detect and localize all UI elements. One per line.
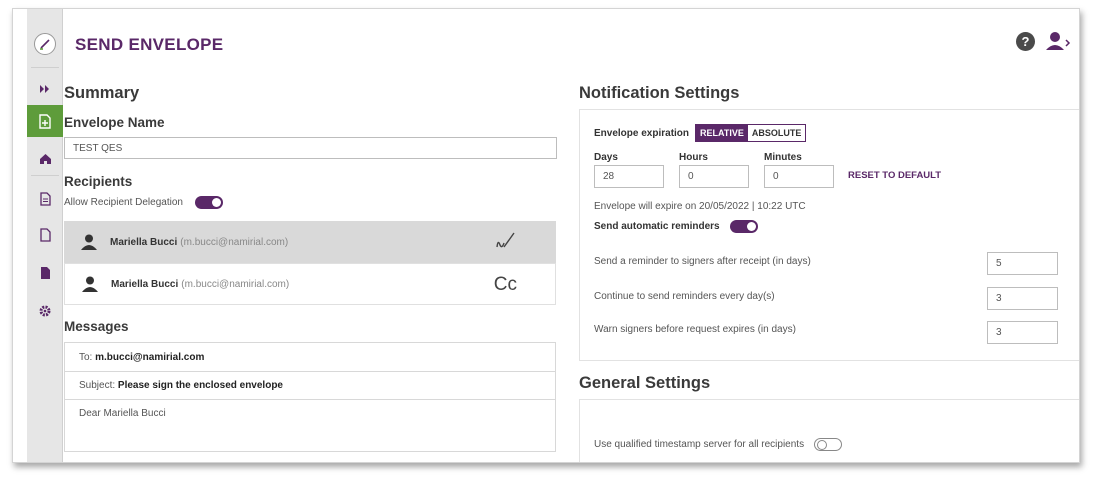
document-icon[interactable] xyxy=(27,185,63,213)
recipient-row[interactable]: Mariella Bucci (m.bucci@namirial.com) Cc xyxy=(64,263,556,305)
archive-icon[interactable] xyxy=(27,259,63,287)
help-icon[interactable]: ? xyxy=(1016,31,1035,51)
reminder-after-label: Send a reminder to signers after receipt… xyxy=(594,256,811,267)
to-label: To: xyxy=(79,352,93,363)
minutes-label: Minutes xyxy=(764,152,802,163)
notification-panel: Envelope expiration RELATIVE ABSOLUTE Da… xyxy=(579,109,1079,361)
page-title: SEND ENVELOPE xyxy=(75,35,224,54)
user-menu-icon[interactable] xyxy=(1045,31,1071,51)
reminder-every-label: Continue to send reminders every day(s) xyxy=(594,291,775,302)
delegation-row: Allow Recipient Delegation xyxy=(64,196,223,209)
auto-reminders-row: Send automatic reminders xyxy=(594,220,758,233)
expiration-label: Envelope expiration xyxy=(594,127,690,139)
general-heading: General Settings xyxy=(579,374,711,392)
messages-heading: Messages xyxy=(64,319,129,334)
envelope-name-input[interactable]: TEST QES xyxy=(64,137,557,159)
delegation-label: Allow Recipient Delegation xyxy=(64,197,183,208)
app-window: SEND ENVELOPE ? Summary Envelope Name TE… xyxy=(12,8,1080,463)
delegation-toggle[interactable] xyxy=(194,196,223,209)
signature-icon[interactable] xyxy=(494,231,516,251)
expiration-mode-toggle: RELATIVE ABSOLUTE xyxy=(695,124,807,142)
days-label: Days xyxy=(594,152,618,163)
notification-heading: Notification Settings xyxy=(579,84,740,102)
relative-option[interactable]: RELATIVE xyxy=(696,125,748,141)
qts-toggle[interactable] xyxy=(814,438,843,451)
recipient-email: (m.bucci@namirial.com) xyxy=(180,236,289,248)
file-icon[interactable] xyxy=(27,221,63,249)
absolute-option[interactable]: ABSOLUTE xyxy=(747,125,806,141)
message-subject[interactable]: Subject: Please sign the enclosed envelo… xyxy=(79,380,283,391)
warn-input[interactable]: 3 xyxy=(987,321,1058,344)
recipients-label: Recipients xyxy=(64,174,133,189)
expand-icon[interactable] xyxy=(27,75,63,103)
side-rail xyxy=(27,9,63,462)
qts-row: Use qualified timestamp server for all r… xyxy=(594,438,843,451)
general-panel: Use qualified timestamp server for all r… xyxy=(579,399,1079,462)
subject-value: Please sign the enclosed envelope xyxy=(117,380,283,391)
new-envelope-icon[interactable] xyxy=(27,105,63,137)
qts-label: Use qualified timestamp server for all r… xyxy=(594,439,805,450)
recipient-name: Mariella Bucci xyxy=(111,278,179,290)
cc-role-label[interactable]: Cc xyxy=(494,274,517,296)
reset-to-default-link[interactable]: RESET TO DEFAULT xyxy=(848,170,941,181)
message-box: To: m.bucci@namirial.com Subject: Please… xyxy=(64,342,556,452)
message-to: To: m.bucci@namirial.com xyxy=(79,352,204,363)
expiration-row: Envelope expiration RELATIVE ABSOLUTE xyxy=(594,124,807,142)
days-input[interactable]: 28 xyxy=(594,165,664,188)
envelope-name-label: Envelope Name xyxy=(64,115,165,130)
minutes-input[interactable]: 0 xyxy=(764,165,834,188)
to-value: m.bucci@namirial.com xyxy=(95,352,205,363)
recipient-email: (m.bucci@namirial.com) xyxy=(181,278,290,290)
person-icon xyxy=(81,234,97,250)
settings-icon[interactable] xyxy=(27,297,63,325)
message-body[interactable]: Dear Mariella Bucci xyxy=(79,408,166,419)
subject-label: Subject: xyxy=(79,380,116,391)
warn-label: Warn signers before request expires (in … xyxy=(594,324,796,335)
hours-input[interactable]: 0 xyxy=(679,165,749,188)
auto-reminders-toggle[interactable] xyxy=(729,220,758,233)
logo-icon[interactable] xyxy=(34,33,56,55)
reminder-after-input[interactable]: 5 xyxy=(987,252,1058,275)
hours-label: Hours xyxy=(679,152,708,163)
header-actions: ? xyxy=(1016,31,1071,51)
reminder-every-input[interactable]: 3 xyxy=(987,287,1058,310)
auto-reminders-label: Send automatic reminders xyxy=(594,221,720,232)
recipient-name: Mariella Bucci xyxy=(110,236,178,248)
person-icon xyxy=(82,276,98,292)
recipient-row[interactable]: Mariella Bucci (m.bucci@namirial.com) xyxy=(64,221,556,263)
summary-heading: Summary xyxy=(64,84,140,102)
home-icon[interactable] xyxy=(27,145,63,173)
expire-note: Envelope will expire on 20/05/2022 | 10:… xyxy=(594,201,806,212)
